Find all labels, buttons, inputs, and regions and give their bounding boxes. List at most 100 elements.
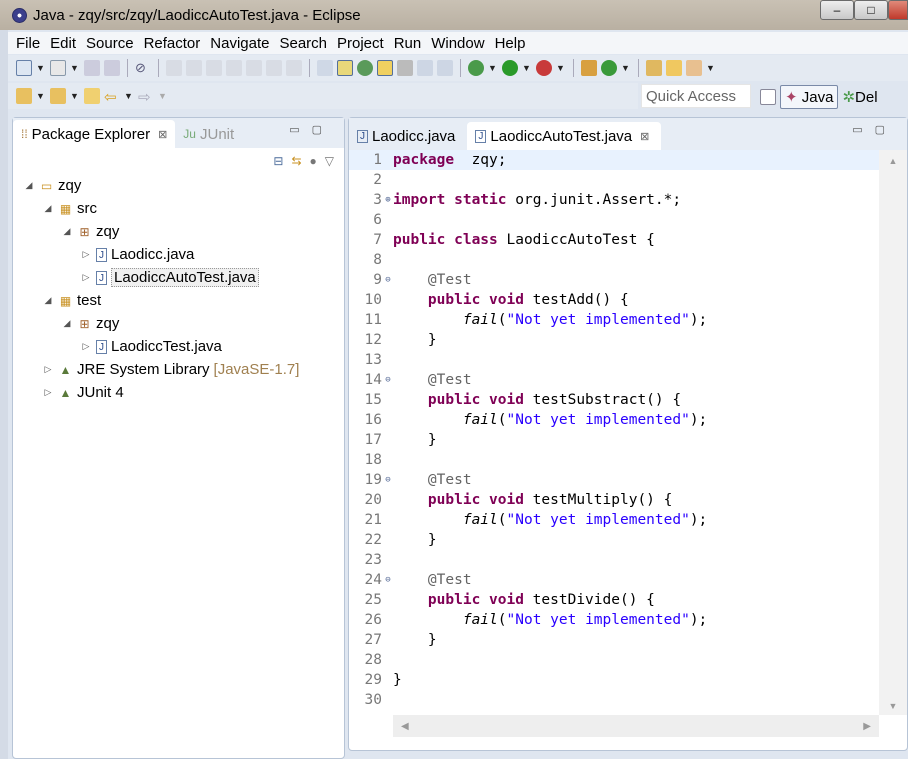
open-folder-icon[interactable]	[666, 60, 682, 76]
close-tab-icon[interactable]: ⊠	[158, 128, 167, 141]
perspective-debug[interactable]: ✲Del	[842, 88, 877, 106]
collapsed-arrow-icon[interactable]: ▷	[80, 272, 92, 283]
show-whitespace-icon[interactable]	[417, 60, 433, 76]
use-step-filters-icon[interactable]	[337, 60, 353, 76]
new-java-icon[interactable]	[50, 60, 66, 76]
menu-search[interactable]: Search	[279, 35, 327, 52]
tree-item[interactable]: ◢ ⊞ zqy	[13, 312, 344, 335]
suspend-icon[interactable]	[186, 60, 202, 76]
menu-help[interactable]: Help	[495, 35, 526, 52]
menu-source[interactable]: Source	[86, 35, 134, 52]
step-return-icon[interactable]	[286, 60, 302, 76]
mark-occurrences-icon[interactable]	[377, 60, 393, 76]
menu-run[interactable]: Run	[394, 35, 422, 52]
collapse-fold-icon[interactable]: ⊖	[383, 575, 393, 585]
tree-item[interactable]: ▷ ▲ JRE System Library [JavaSE-1.7]	[13, 358, 344, 381]
tab-junit[interactable]: Ju JUnit	[175, 120, 242, 148]
new-class-icon[interactable]	[601, 60, 617, 76]
tree-item[interactable]: ▷ J LaodiccAutoTest.java	[13, 266, 344, 289]
expanded-arrow-icon[interactable]: ◢	[23, 180, 35, 191]
expanded-arrow-icon[interactable]: ◢	[42, 203, 54, 214]
menu-refactor[interactable]: Refactor	[144, 35, 201, 52]
save-all-icon[interactable]	[104, 60, 120, 76]
collapsed-arrow-icon[interactable]: ▷	[42, 387, 54, 398]
tab-package-explorer[interactable]: ⁞⁞ Package Explorer ⊠	[13, 120, 176, 148]
editor-tab[interactable]: J Laodicc.java	[349, 122, 467, 150]
collapse-all-icon[interactable]: ⊟	[273, 154, 283, 168]
perspective-java[interactable]: ✦ Java	[780, 85, 839, 109]
line-number: 9	[373, 272, 382, 288]
quick-access-input[interactable]: Quick Access	[641, 84, 751, 108]
line-number: 1	[373, 152, 382, 168]
tree-item[interactable]: ▷ J Laodicc.java	[13, 243, 344, 266]
tree-item[interactable]: ◢ ▦ src	[13, 197, 344, 220]
java-file-icon: J	[357, 129, 368, 143]
tree-item[interactable]: ▷ J LaodiccTest.java	[13, 335, 344, 358]
collapsed-arrow-icon[interactable]: ▷	[80, 249, 92, 260]
tree-item[interactable]: ▷ ▲ JUnit 4	[13, 381, 344, 404]
minimize-button[interactable]: –	[820, 0, 854, 20]
code-token: LaodiccAutoTest {	[497, 232, 655, 248]
maximize-button[interactable]: □	[854, 0, 888, 20]
close-button[interactable]	[888, 0, 908, 20]
tree-item[interactable]: ◢ ▦ test	[13, 289, 344, 312]
code-token: );	[689, 612, 708, 628]
collapse-fold-icon[interactable]: ⊖	[383, 475, 393, 485]
save-icon[interactable]	[84, 60, 100, 76]
paragraph-icon[interactable]	[437, 60, 453, 76]
code-editor[interactable]: 1 package zqy; 2 3 ⊕ import static org.junit.…	[349, 150, 879, 715]
search-icon[interactable]	[686, 60, 702, 76]
collapse-fold-icon[interactable]: ⊖	[383, 375, 393, 385]
link-with-editor-icon[interactable]: ⇆	[291, 154, 301, 168]
last-edit-location-icon[interactable]	[84, 88, 100, 104]
collapse-fold-icon[interactable]: ⊖	[383, 275, 393, 285]
forward-icon[interactable]: ⇨	[138, 88, 154, 106]
resume-icon[interactable]	[166, 60, 182, 76]
view-menu-icon[interactable]: ▽	[325, 154, 334, 168]
perspective-bar: ✦ Java ✲Del	[760, 84, 878, 110]
disconnect-icon[interactable]	[226, 60, 242, 76]
collapsed-arrow-icon[interactable]: ▷	[80, 341, 92, 352]
skip-breakpoints-icon[interactable]: ⊘	[135, 60, 151, 76]
back-icon[interactable]: ⇦	[104, 88, 120, 106]
code-token: org.junit.Assert.*;	[506, 192, 682, 208]
line-number: 13	[364, 352, 382, 368]
open-project-icon[interactable]	[646, 60, 662, 76]
open-type-icon[interactable]	[357, 60, 373, 76]
view-minmax-buttons[interactable]: ▭▢	[289, 123, 334, 136]
menu-navigate[interactable]: Navigate	[210, 35, 269, 52]
menu-window[interactable]: Window	[431, 35, 484, 52]
tree-item[interactable]: ◢ ▭ zqy	[13, 174, 344, 197]
open-perspective-icon[interactable]	[760, 89, 776, 105]
expand-fold-icon[interactable]: ⊕	[383, 195, 393, 205]
code-token: @Test	[427, 272, 472, 288]
expanded-arrow-icon[interactable]: ◢	[61, 318, 73, 329]
code-token: testSubstract() {	[523, 392, 682, 408]
expanded-arrow-icon[interactable]: ◢	[42, 295, 54, 306]
horizontal-scrollbar[interactable]: ◀ ▶	[393, 715, 879, 737]
menu-edit[interactable]: Edit	[50, 35, 76, 52]
vertical-scrollbar[interactable]: ▲ ▼	[879, 150, 907, 715]
editor-tab[interactable]: J LaodiccAutoTest.java ⊠	[467, 122, 662, 150]
menu-file[interactable]: File	[16, 35, 40, 52]
close-tab-icon[interactable]: ⊠	[640, 130, 649, 143]
step-over-icon[interactable]	[266, 60, 282, 76]
block-selection-icon[interactable]	[397, 60, 413, 76]
editor-minmax-buttons[interactable]: ▭▢	[852, 123, 897, 136]
step-into-icon[interactable]	[246, 60, 262, 76]
new-package-icon[interactable]	[581, 60, 597, 76]
tree-item[interactable]: ◢ ⊞ zqy	[13, 220, 344, 243]
previous-annotation-icon[interactable]	[50, 88, 66, 104]
focus-icon[interactable]: ●	[310, 154, 317, 168]
java-file-icon: J	[475, 129, 487, 143]
run-icon[interactable]	[502, 60, 518, 76]
expanded-arrow-icon[interactable]: ◢	[61, 226, 73, 237]
debug-icon[interactable]	[468, 60, 484, 76]
next-annotation-icon[interactable]	[16, 88, 32, 104]
drop-to-frame-icon[interactable]	[317, 60, 333, 76]
menu-project[interactable]: Project	[337, 35, 384, 52]
new-icon[interactable]	[16, 60, 32, 76]
external-tools-icon[interactable]	[536, 60, 552, 76]
collapsed-arrow-icon[interactable]: ▷	[42, 364, 54, 375]
terminate-icon[interactable]	[206, 60, 222, 76]
